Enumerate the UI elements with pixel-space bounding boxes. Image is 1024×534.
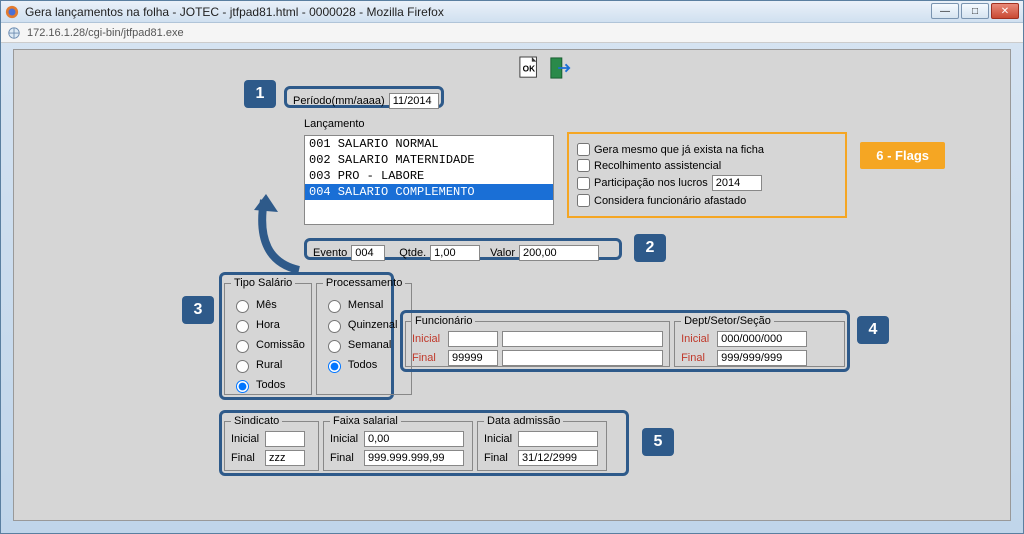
toolbar: OK [519, 56, 571, 80]
funcionario-legend: Funcionário [412, 315, 475, 327]
evento-callout: Evento Qtde. Valor [304, 238, 622, 260]
globe-icon [7, 26, 21, 40]
lancamento-label: Lançamento [304, 118, 365, 130]
func-final-code-input[interactable] [448, 350, 498, 366]
tipo-todos-radio[interactable] [236, 380, 249, 393]
flag-recolhimento-checkbox[interactable] [577, 159, 590, 172]
maximize-button[interactable]: □ [961, 3, 989, 19]
sind-faixa-adm-callout: Sindicato Inicial Final Faixa salarial I… [219, 410, 629, 476]
evento-label: Evento [313, 247, 347, 259]
participacao-input[interactable] [712, 175, 762, 191]
badge-4: 4 [857, 316, 889, 344]
dept-inicial-label: Inicial [681, 333, 713, 345]
func-dept-callout: Funcionário Inicial Final [400, 310, 850, 372]
adm-inicial-input[interactable] [518, 431, 598, 447]
window-title: Gera lançamentos na folha - JOTEC - jtfp… [25, 5, 444, 19]
tipo-rural-radio[interactable] [236, 360, 249, 373]
sind-inicial-label: Inicial [231, 433, 261, 445]
periodo-callout: Período(mm/aaaa) [284, 86, 444, 108]
close-button[interactable]: ✕ [991, 3, 1019, 19]
admissao-fieldset: Data admissão Inicial Final [477, 415, 607, 471]
url-text: 172.16.1.28/cgi-bin/jtfpad81.exe [27, 27, 184, 39]
firefox-icon [5, 5, 19, 19]
list-item[interactable]: 003 PRO - LABORE [305, 168, 553, 184]
sind-final-input[interactable] [265, 450, 305, 466]
processamento-fieldset: Processamento Mensal Quinzenal Semanal T… [316, 277, 412, 395]
evento-input[interactable] [351, 245, 385, 261]
tipo-hora-radio[interactable] [236, 320, 249, 333]
address-bar: 172.16.1.28/cgi-bin/jtfpad81.exe [1, 23, 1023, 43]
flag-recolhimento-label: Recolhimento assistencial [594, 160, 721, 172]
flags-badge: 6 - Flags [860, 142, 945, 169]
dept-fieldset: Dept/Setor/Seção Inicial Final [674, 315, 845, 367]
func-final-label: Final [412, 352, 444, 364]
flag-considera-checkbox[interactable] [577, 194, 590, 207]
funcionario-fieldset: Funcionário Inicial Final [405, 315, 670, 367]
flag-considera-label: Considera funcionário afastado [594, 195, 746, 207]
flag-gera-checkbox[interactable] [577, 143, 590, 156]
curved-arrow-icon [244, 190, 314, 280]
processamento-legend: Processamento [323, 277, 405, 289]
valor-input[interactable] [519, 245, 599, 261]
sind-inicial-input[interactable] [265, 431, 305, 447]
content-area: OK Período(mm/aaaa) 1 Lançamento 001 SAL… [13, 49, 1011, 521]
flag-participacao-label: Participação nos lucros [594, 177, 708, 189]
badge-5: 5 [642, 428, 674, 456]
list-item[interactable]: 004 SALARIO COMPLEMENTO [305, 184, 553, 200]
proc-semanal-radio[interactable] [328, 340, 341, 353]
dept-final-label: Final [681, 352, 713, 364]
faixa-fieldset: Faixa salarial Inicial Final [323, 415, 473, 471]
func-inicial-code-input[interactable] [448, 331, 498, 347]
admissao-legend: Data admissão [484, 415, 563, 427]
lancamento-listbox[interactable]: 001 SALARIO NORMAL 002 SALARIO MATERNIDA… [304, 135, 554, 225]
tipo-comissao-radio[interactable] [236, 340, 249, 353]
dept-inicial-input[interactable] [717, 331, 807, 347]
func-final-name-input[interactable] [502, 350, 663, 366]
proc-quinzenal-radio[interactable] [328, 320, 341, 333]
list-item[interactable]: 001 SALARIO NORMAL [305, 136, 553, 152]
dept-legend: Dept/Setor/Seção [681, 315, 774, 327]
badge-3: 3 [182, 296, 214, 324]
titlebar: Gera lançamentos na folha - JOTEC - jtfp… [1, 1, 1023, 23]
periodo-label: Período(mm/aaaa) [293, 95, 385, 107]
func-inicial-name-input[interactable] [502, 331, 663, 347]
svg-text:OK: OK [523, 65, 535, 74]
tipo-salario-legend: Tipo Salário [231, 277, 295, 289]
flag-participacao-checkbox[interactable] [577, 177, 590, 190]
tipo-proc-callout: Tipo Salário Mês Hora Comissão Rural Tod… [219, 272, 394, 400]
valor-label: Valor [490, 247, 515, 259]
window-frame: Gera lançamentos na folha - JOTEC - jtfp… [0, 0, 1024, 534]
exit-icon[interactable] [549, 56, 571, 80]
badge-2: 2 [634, 234, 666, 262]
sindicato-fieldset: Sindicato Inicial Final [224, 415, 319, 471]
sindicato-legend: Sindicato [231, 415, 282, 427]
func-inicial-label: Inicial [412, 333, 444, 345]
faixa-final-label: Final [330, 452, 360, 464]
window-controls: — □ ✕ [929, 3, 1019, 19]
faixa-final-input[interactable] [364, 450, 464, 466]
tipo-mes-radio[interactable] [236, 300, 249, 313]
ok-icon[interactable]: OK [519, 56, 541, 80]
badge-1: 1 [244, 80, 276, 108]
minimize-button[interactable]: — [931, 3, 959, 19]
dept-final-input[interactable] [717, 350, 807, 366]
adm-final-input[interactable] [518, 450, 598, 466]
proc-todos-radio[interactable] [328, 360, 341, 373]
periodo-input[interactable] [389, 93, 439, 109]
faixa-legend: Faixa salarial [330, 415, 401, 427]
tipo-salario-fieldset: Tipo Salário Mês Hora Comissão Rural Tod… [224, 277, 312, 395]
faixa-inicial-input[interactable] [364, 431, 464, 447]
adm-inicial-label: Inicial [484, 433, 514, 445]
qtde-label: Qtde. [399, 247, 426, 259]
flags-box: 6 - Flags Gera mesmo que já exista na fi… [567, 132, 847, 218]
sind-final-label: Final [231, 452, 261, 464]
adm-final-label: Final [484, 452, 514, 464]
qtde-input[interactable] [430, 245, 480, 261]
faixa-inicial-label: Inicial [330, 433, 360, 445]
proc-mensal-radio[interactable] [328, 300, 341, 313]
flag-gera-label: Gera mesmo que já exista na ficha [594, 144, 764, 156]
list-item[interactable]: 002 SALARIO MATERNIDADE [305, 152, 553, 168]
